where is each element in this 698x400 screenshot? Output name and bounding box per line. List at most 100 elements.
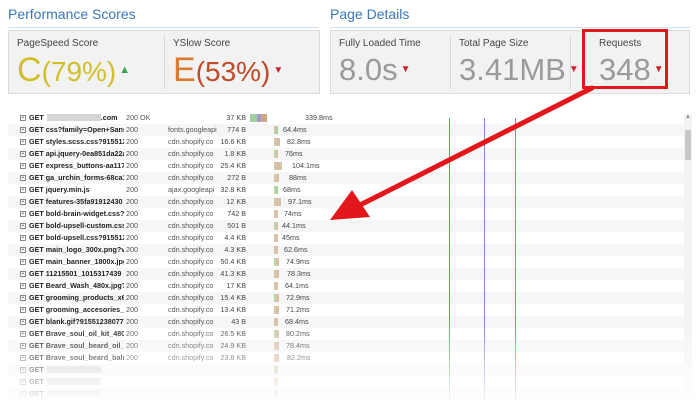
expand-row-icon[interactable]: + xyxy=(20,151,26,157)
expand-row-icon[interactable]: + xyxy=(20,223,26,229)
request-url-text: GET grooming_products_x60 xyxy=(29,293,124,302)
request-url[interactable]: GET blank.gif?915512380770 xyxy=(29,316,124,328)
request-url[interactable]: GET 11215501_1015317439 xyxy=(29,268,124,280)
expand-row-icon[interactable]: + xyxy=(20,175,26,181)
expand-row-icon[interactable]: + xyxy=(20,199,26,205)
request-url[interactable]: GET .com xyxy=(29,112,124,124)
request-size: 26.5 KB xyxy=(220,329,246,338)
expand-row-icon[interactable]: + xyxy=(20,187,26,193)
expand-row-icon[interactable]: + xyxy=(20,343,26,349)
request-row[interactable]: + GET ga_urchin_forms-68ca1 200 cdn.shopify… xyxy=(8,172,690,184)
request-row[interactable]: + GET .com 200 OK 37 KB 339.8ms xyxy=(8,112,690,124)
request-row[interactable]: + GET blank.gif?915512380770 200 cdn.shopif… xyxy=(8,316,690,328)
request-row[interactable]: + GET features-35fa91912430 200 cdn.shopify… xyxy=(8,196,690,208)
request-row[interactable]: + GET Brave_soul_beard_balm_ 200 cdn.shopif… xyxy=(8,352,690,364)
request-size: 4.4 KB xyxy=(224,233,246,242)
expand-row-icon[interactable]: + xyxy=(20,319,26,325)
request-row[interactable]: + GET styles.scss.css?915512 200 cdn.shopif… xyxy=(8,136,690,148)
fully-loaded-time-card[interactable]: Fully Loaded Time 8.0s ▼ xyxy=(331,31,450,93)
request-row[interactable]: + GET main_logo_300x.png?v= 200 cdn.shopify… xyxy=(8,244,690,256)
timing-bar xyxy=(276,306,279,314)
expand-row-icon[interactable]: + xyxy=(20,271,26,277)
request-row[interactable]: + GET express_buttons-aa117 200 cdn.shopify… xyxy=(8,160,690,172)
request-url[interactable]: GET main_banner_1800x.jpg xyxy=(29,256,124,268)
expand-row-icon[interactable]: + xyxy=(20,211,26,217)
request-url[interactable]: GET express_buttons-aa117 xyxy=(29,160,124,172)
yslow-score-card[interactable]: YSlow Score E(53%) ▼ xyxy=(165,31,320,93)
expand-row-icon[interactable]: + xyxy=(20,163,26,169)
waterfall-table: + GET .com 200 OK 37 KB 339.8ms + GET css?famil… xyxy=(8,112,690,400)
pagespeed-score-label: PageSpeed Score xyxy=(17,38,99,49)
expand-row-icon[interactable]: + xyxy=(20,367,26,373)
request-row[interactable]: + GET main_banner_1800x.jpg 200 cdn.shopify… xyxy=(8,256,690,268)
expand-row-icon[interactable]: + xyxy=(20,247,26,253)
request-row[interactable]: + GET 11215501_1015317439 200 cdn.shopify.c… xyxy=(8,268,690,280)
request-row[interactable]: + GET api.jquery-0ea851da22a 200 cdn.shopif… xyxy=(8,148,690,160)
request-url[interactable]: GET xyxy=(29,364,124,376)
request-time: 44.1ms xyxy=(282,221,306,230)
expand-row-icon[interactable]: + xyxy=(20,331,26,337)
request-row[interactable]: + GET Brave_soul_beard_oil_48 200 cdn.shopi… xyxy=(8,340,690,352)
expand-row-icon[interactable]: + xyxy=(20,355,26,361)
request-row[interactable]: + GET bold-upsell-custom.css? 200 cdn.shopi… xyxy=(8,220,690,232)
request-url[interactable]: GET jquery.min.js xyxy=(29,184,124,196)
request-time: 74.9ms xyxy=(286,257,310,266)
request-row[interactable]: + GET css?family=Open+Sans: 200 fonts.googl… xyxy=(8,124,690,136)
request-url[interactable]: GET xyxy=(29,388,124,400)
request-row[interactable]: + GET jquery.min.js 200 ajax.googleapi 32.8 … xyxy=(8,184,690,196)
expand-row-icon[interactable]: + xyxy=(20,139,26,145)
expand-row-icon[interactable]: + xyxy=(20,379,26,385)
request-status: 200 xyxy=(126,173,138,182)
expand-row-icon[interactable]: + xyxy=(20,307,26,313)
expand-row-icon[interactable]: + xyxy=(20,127,26,133)
request-row[interactable]: + GET Brave_soul_oil_kit_480x. 200 cdn.shop… xyxy=(8,328,690,340)
yslow-score-label: YSlow Score xyxy=(173,38,231,49)
waterfall-scrollbar[interactable]: ▲ xyxy=(684,114,692,400)
request-row[interactable]: + GET bold-upsell.css?915512 200 cdn.shopif… xyxy=(8,232,690,244)
request-url[interactable]: GET Brave_soul_beard_balm_ xyxy=(29,352,124,364)
expand-row-icon[interactable]: + xyxy=(20,391,26,397)
request-row[interactable]: + GET xyxy=(8,376,690,388)
request-url-text: GET 11215501_1015317439 xyxy=(29,269,122,278)
request-url[interactable]: GET Brave_soul_beard_oil_48 xyxy=(29,340,124,352)
expand-row-icon[interactable]: + xyxy=(20,283,26,289)
request-time: 68ms xyxy=(283,185,301,194)
request-url-text: GET Brave_soul_beard_oil_48 xyxy=(29,341,124,350)
request-url[interactable]: GET styles.scss.css?915512 xyxy=(29,136,124,148)
request-url[interactable]: GET xyxy=(29,376,124,388)
request-row[interactable]: + GET xyxy=(8,364,690,376)
request-url[interactable]: GET api.jquery-0ea851da22a xyxy=(29,148,124,160)
request-row[interactable]: + GET bold-brain-widget.css? 200 cdn.shopif… xyxy=(8,208,690,220)
request-row[interactable]: + GET grooming_accesories_x6 200 cdn.shopif… xyxy=(8,304,690,316)
expand-row-icon[interactable]: + xyxy=(20,235,26,241)
request-row[interactable]: + GET xyxy=(8,388,690,400)
dom-loaded-marker xyxy=(449,118,450,400)
expand-row-icon[interactable]: + xyxy=(20,259,26,265)
request-time: 88ms xyxy=(289,173,307,182)
request-size: 23.8 KB xyxy=(220,353,246,362)
request-url[interactable]: GET grooming_products_x60 xyxy=(29,292,124,304)
request-row[interactable]: + GET grooming_products_x60 200 cdn.shopify… xyxy=(8,292,690,304)
total-page-size-card[interactable]: Total Page Size 3.41MB ▼ xyxy=(451,31,579,93)
expand-row-icon[interactable]: + xyxy=(20,115,26,121)
request-row[interactable]: + GET Beard_Wash_480x.jpg?v 200 cdn.shopify… xyxy=(8,280,690,292)
request-url[interactable]: GET css?family=Open+Sans: xyxy=(29,124,124,136)
request-url[interactable]: GET ga_urchin_forms-68ca1 xyxy=(29,172,124,184)
request-url[interactable]: GET bold-brain-widget.css? xyxy=(29,208,124,220)
request-url[interactable]: GET Beard_Wash_480x.jpg?v xyxy=(29,280,124,292)
scroll-up-arrow-icon[interactable]: ▲ xyxy=(685,114,691,120)
timing-bar xyxy=(276,246,278,254)
request-url[interactable]: GET bold-upsell.css?915512 xyxy=(29,232,124,244)
request-url[interactable]: GET main_logo_300x.png?v= xyxy=(29,244,124,256)
request-url-text: GET ga_urchin_forms-68ca1 xyxy=(29,173,124,182)
page-details-divider xyxy=(330,27,690,28)
request-url[interactable]: GET bold-upsell-custom.css? xyxy=(29,220,124,232)
request-url[interactable]: GET features-35fa91912430 xyxy=(29,196,124,208)
performance-scores-divider xyxy=(8,27,319,28)
request-url-text: GET styles.scss.css?915512 xyxy=(29,137,124,146)
scrollbar-thumb[interactable] xyxy=(685,130,691,160)
request-url[interactable]: GET Brave_soul_oil_kit_480x. xyxy=(29,328,124,340)
request-url[interactable]: GET grooming_accesories_x6 xyxy=(29,304,124,316)
expand-row-icon[interactable]: + xyxy=(20,295,26,301)
pagespeed-score-card[interactable]: PageSpeed Score C(79%) ▲ xyxy=(9,31,164,93)
